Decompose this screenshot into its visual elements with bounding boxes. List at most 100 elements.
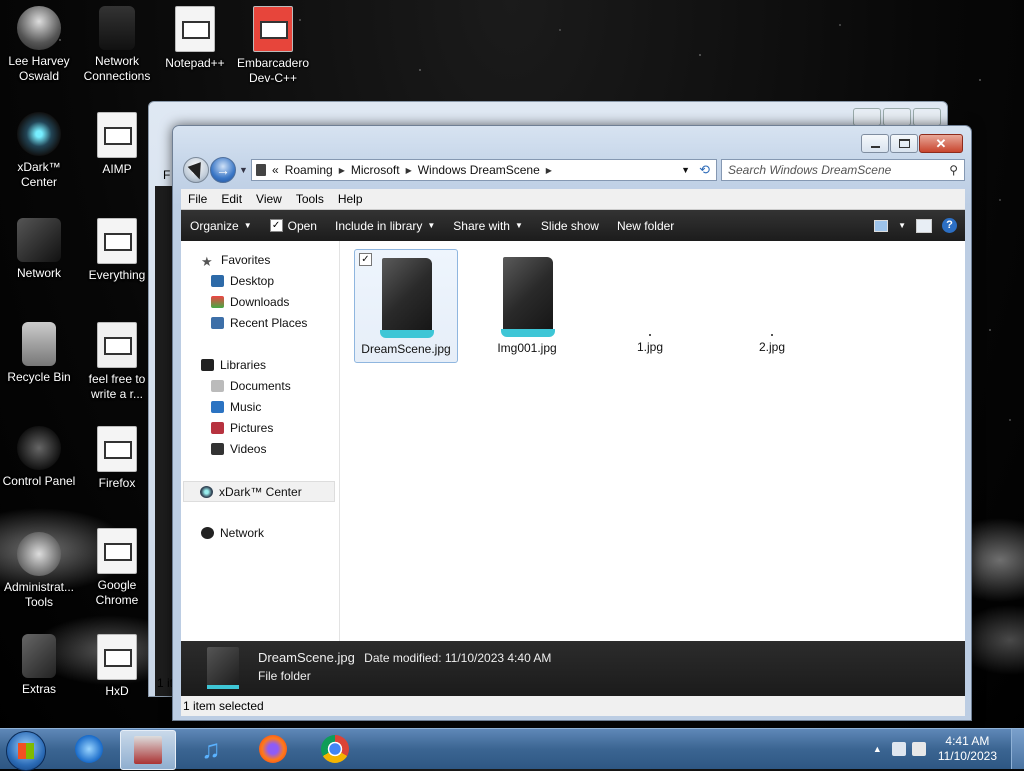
nav-videos[interactable]: Videos [211, 440, 266, 458]
videos-icon [211, 443, 224, 455]
open-button[interactable]: ✓ Open [261, 219, 326, 233]
search-placeholder: Search Windows DreamScene [728, 163, 892, 177]
close-button[interactable]: ✕ [919, 134, 963, 153]
desktop-icon-hxd[interactable]: HxD [78, 634, 156, 699]
desktop-icon-embarcadero-dev-cpp[interactable]: Embarcadero Dev-C++ [234, 6, 312, 86]
nav-documents[interactable]: Documents [211, 377, 291, 395]
file-thumbnail [649, 334, 651, 336]
taskbar-music-player[interactable]: ♫ [184, 730, 238, 768]
nav-recent-places[interactable]: Recent Places [211, 314, 307, 332]
desktop-icon-everything[interactable]: Everything [78, 218, 156, 283]
close-icon: ✕ [935, 136, 947, 151]
menu-help[interactable]: Help [331, 192, 370, 206]
file-item[interactable]: 1.jpg [598, 249, 702, 363]
view-options-chevron-icon[interactable]: ▼ [898, 221, 906, 230]
taskbar-firefox[interactable] [246, 730, 300, 768]
desktop-icon-recycle-bin[interactable]: Recycle Bin [0, 322, 78, 385]
firefox-icon [97, 426, 137, 472]
nav-network[interactable]: Network [201, 524, 264, 542]
menu-file[interactable]: File [181, 192, 214, 206]
help-icon[interactable]: ? [942, 218, 957, 233]
desktop-icon-aimp[interactable]: AIMP [78, 112, 156, 177]
breadcrumb-roaming[interactable]: Roaming [279, 163, 339, 177]
desktop-icon-firefox[interactable]: Firefox [78, 426, 156, 491]
maximize-icon [898, 139, 910, 148]
nav-favorites[interactable]: ★ Favorites [201, 251, 270, 269]
command-bar: Organize ▼ ✓ Open Include in library ▼ S… [181, 210, 965, 241]
desktop-icon-administrative-tools[interactable]: Administrat... Tools [0, 532, 78, 610]
nav-music[interactable]: Music [211, 398, 261, 416]
close-button[interactable] [913, 108, 941, 126]
desktop-icon-notepad-plus-plus[interactable]: Notepad++ [156, 6, 234, 71]
nav-downloads[interactable]: Downloads [211, 293, 289, 311]
minimize-icon [870, 145, 880, 148]
volume-muted-icon[interactable] [911, 742, 926, 756]
recent-pages-dropdown[interactable]: ▼ [239, 165, 248, 175]
menu-bar: File Edit View Tools Help [181, 189, 965, 210]
system-tray: ▲ 4:41 AM 11/10/2023 [873, 729, 1024, 769]
desktop-icon-xdark-center[interactable]: xDark™ Center [0, 112, 78, 190]
search-box[interactable]: Search Windows DreamScene ⚲ [721, 159, 965, 181]
breadcrumb-microsoft[interactable]: Microsoft [345, 163, 406, 177]
show-desktop-button[interactable] [1011, 729, 1024, 769]
start-button[interactable] [6, 731, 46, 771]
address-history-dropdown[interactable]: ▼ [681, 165, 690, 175]
show-hidden-icons-button[interactable]: ▲ [873, 744, 882, 754]
include-in-library-button[interactable]: Include in library ▼ [326, 219, 444, 233]
desktop-icon-extras[interactable]: Extras [0, 634, 78, 697]
details-file-name: DreamScene.jpg [258, 650, 355, 665]
refresh-icon[interactable]: ⟲ [699, 162, 710, 178]
desktop-icon-network[interactable]: Network [0, 218, 78, 281]
desktop-icon-google-chrome[interactable]: Google Chrome [78, 528, 156, 608]
file-thumbnail [376, 256, 436, 338]
status-bar: 1 item selected [181, 696, 965, 716]
nav-libraries[interactable]: Libraries [201, 356, 266, 374]
checkbox-icon[interactable]: ✓ [359, 253, 372, 266]
desktop-icon-control-panel[interactable]: Control Panel [0, 426, 78, 489]
details-pane: DreamScene.jpg Date modified: 11/10/2023… [181, 641, 965, 696]
address-bar[interactable]: « Roaming ▶ Microsoft ▶ Windows DreamSce… [251, 159, 717, 181]
preview-pane-icon[interactable] [916, 218, 932, 233]
folder-icon [256, 164, 266, 176]
nav-desktop[interactable]: Desktop [211, 272, 274, 290]
nav-pictures[interactable]: Pictures [211, 419, 273, 437]
clock[interactable]: 4:41 AM 11/10/2023 [938, 734, 997, 764]
desktop-icon-network-connections[interactable]: Network Connections [78, 6, 156, 84]
maximize-button[interactable] [883, 108, 911, 126]
music-icon [211, 401, 224, 413]
maximize-button[interactable] [890, 134, 918, 153]
desktop-icon-lee-harvey-oswald[interactable]: Lee Harvey Oswald [0, 6, 78, 84]
forward-button[interactable]: → [210, 157, 236, 183]
music-note-icon: ♫ [201, 734, 221, 764]
taskbar-explorer[interactable] [120, 730, 176, 770]
breadcrumb-overflow[interactable]: « [272, 163, 279, 177]
slide-show-button[interactable]: Slide show [532, 219, 608, 233]
menu-tools[interactable]: Tools [289, 192, 331, 206]
taskbar-internet-explorer[interactable] [62, 730, 116, 768]
menu-view[interactable]: View [249, 192, 289, 206]
network-status-icon[interactable] [891, 742, 906, 756]
downloads-icon [211, 296, 224, 308]
search-icon[interactable]: ⚲ [943, 163, 958, 177]
file-item[interactable]: 2.jpg [720, 249, 824, 363]
minimize-button[interactable] [853, 108, 881, 126]
new-folder-button[interactable]: New folder [608, 219, 683, 233]
file-thumbnail [771, 334, 773, 336]
star-icon: ★ [201, 254, 213, 269]
taskbar: ♫ ▲ 4:41 AM 11/10/2023 [0, 728, 1024, 771]
share-with-button[interactable]: Share with ▼ [444, 219, 532, 233]
chevron-down-icon: ▼ [427, 221, 436, 230]
details-file-type: File folder [258, 669, 311, 683]
change-view-icon[interactable] [874, 219, 889, 232]
explorer-window[interactable]: ✕ ← → ▼ « Roaming ▶ Microsoft ▶ Windows … [172, 125, 972, 721]
breadcrumb-chevron-icon[interactable]: ▶ [546, 166, 552, 175]
minimize-button[interactable] [861, 134, 889, 153]
taskbar-google-chrome[interactable] [308, 730, 362, 768]
nav-xdark-center[interactable]: xDark™ Center [183, 481, 335, 502]
breadcrumb-windows-dreamscene[interactable]: Windows DreamScene [412, 163, 546, 177]
file-item[interactable]: Img001.jpg [475, 249, 579, 363]
file-item[interactable]: ✓ DreamScene.jpg [354, 249, 458, 363]
menu-edit[interactable]: Edit [214, 192, 249, 206]
organize-button[interactable]: Organize ▼ [181, 219, 261, 233]
desktop-icon-text-file[interactable]: feel free to write a r... [78, 322, 156, 402]
